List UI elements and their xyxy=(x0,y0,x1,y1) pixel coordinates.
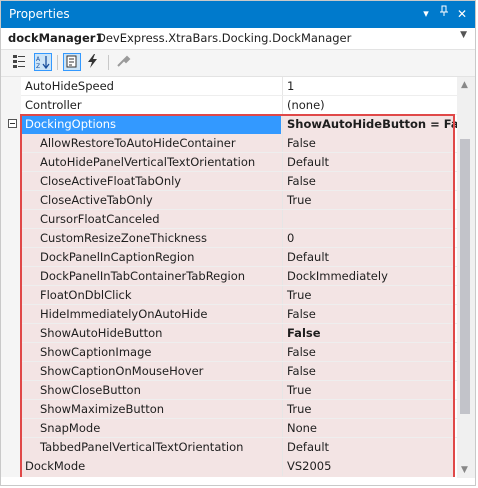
scrollbar-thumb[interactable] xyxy=(460,139,470,414)
properties-window: Properties ▾ ✕ dockManager1 DevExpress.X… xyxy=(0,0,476,486)
property-grid: AutoHideSpeed 1 Controller (none) Dockin… xyxy=(1,77,457,477)
property-name: Controller xyxy=(25,98,82,112)
svg-text:Z: Z xyxy=(36,63,40,70)
scroll-up-icon[interactable]: ▲ xyxy=(461,80,468,90)
property-name: DockMode xyxy=(25,459,86,473)
pin-icon[interactable] xyxy=(436,5,452,23)
title-bar: Properties ▾ ✕ xyxy=(1,1,475,28)
object-selector[interactable]: dockManager1 DevExpress.XtraBars.Docking… xyxy=(1,28,475,50)
property-name: AutoHideSpeed xyxy=(25,79,114,93)
column-divider xyxy=(282,77,283,96)
property-value[interactable]: 1 xyxy=(287,79,294,93)
window-title: Properties xyxy=(9,7,70,21)
toolbar-separator xyxy=(57,55,58,70)
column-divider xyxy=(282,457,283,476)
properties-icon[interactable] xyxy=(63,53,81,71)
svg-text:A: A xyxy=(36,56,41,63)
toolbar: AZ xyxy=(1,50,475,77)
property-row-dockmode[interactable]: DockMode VS2005 xyxy=(1,457,457,476)
object-type: DevExpress.XtraBars.Docking.DockManager xyxy=(97,31,352,45)
property-value[interactable]: VS2005 xyxy=(287,459,331,473)
property-pages-icon[interactable] xyxy=(115,53,133,71)
vertical-scrollbar[interactable]: ▲ ▼ xyxy=(457,77,475,478)
property-row-controller[interactable]: Controller (none) xyxy=(1,96,457,115)
collapse-icon[interactable] xyxy=(8,119,17,128)
window-position-dropdown-icon[interactable]: ▾ xyxy=(418,5,434,23)
close-icon[interactable]: ✕ xyxy=(454,5,470,23)
events-icon[interactable] xyxy=(85,53,103,71)
scroll-down-icon[interactable]: ▼ xyxy=(461,465,468,475)
property-value[interactable]: (none) xyxy=(287,98,325,112)
property-row-autohidespeed[interactable]: AutoHideSpeed 1 xyxy=(1,77,457,96)
highlight-border xyxy=(20,114,455,477)
object-name: dockManager1 xyxy=(8,31,104,45)
alphabetical-icon[interactable]: AZ xyxy=(34,53,52,71)
column-divider xyxy=(282,96,283,115)
toolbar-separator xyxy=(108,55,109,70)
categorized-icon[interactable] xyxy=(11,53,29,71)
chevron-down-icon[interactable]: ▼ xyxy=(460,30,467,40)
